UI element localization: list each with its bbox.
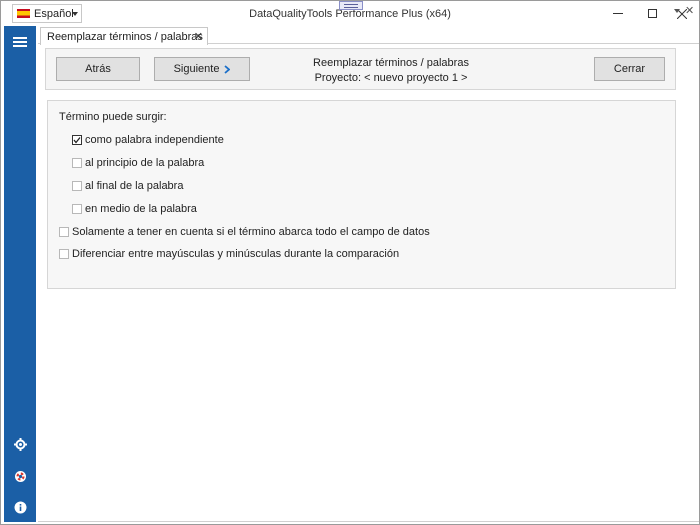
page-title: Reemplazar términos / palabras (313, 57, 469, 69)
cerrar-button-label: Cerrar (613, 63, 646, 75)
tab-close-icon[interactable]: ✕ (194, 30, 203, 43)
chevron-right-icon (224, 64, 231, 74)
option-word-end[interactable]: al final de la palabra (72, 180, 183, 192)
back-button-label: Atrás (85, 63, 111, 75)
option-label: al principio de la palabra (85, 157, 205, 169)
option-label: como palabra independiente (85, 134, 224, 146)
option-word-start[interactable]: al principio de la palabra (72, 157, 204, 169)
title-bar: Español DataQualityTools Performance Plu… (1, 1, 699, 26)
option-label: Solamente a tener en cuenta si el términ… (72, 226, 430, 238)
next-button[interactable]: Siguiente (154, 57, 250, 81)
checkmark-icon (73, 137, 81, 144)
header-info: Reemplazar términos / palabras Proyecto:… (276, 56, 506, 86)
checkbox[interactable] (72, 181, 82, 191)
wizard-header: Atrás Siguiente Reemplazar términos / pa… (45, 48, 676, 90)
bottom-divider (38, 521, 699, 522)
option-whole-field[interactable]: Solamente a tener en cuenta si el términ… (59, 226, 430, 238)
option-case-sensitive[interactable]: Diferenciar entre mayúsculas y minúscula… (59, 248, 399, 260)
option-label: Diferenciar entre mayúsculas y minúscula… (72, 248, 400, 260)
minimize-icon (613, 13, 623, 14)
gear-icon[interactable] (13, 437, 27, 451)
menu-icon[interactable] (13, 37, 27, 48)
next-button-label: Siguiente (173, 63, 220, 75)
close-document-icon[interactable]: ✕ (685, 4, 694, 17)
tab-list-dropdown-icon[interactable] (674, 9, 680, 13)
minimize-button[interactable] (601, 1, 635, 26)
tab-label: Reemplazar términos / palabras (47, 30, 203, 43)
lifebuoy-icon[interactable] (13, 469, 27, 483)
checkbox[interactable] (72, 158, 82, 168)
checkbox-checked[interactable] (72, 135, 82, 145)
tab-reemplazar[interactable]: Reemplazar términos / palabras ✕ (40, 27, 208, 45)
option-independent-word[interactable]: como palabra independiente (72, 134, 224, 146)
project-label: Proyecto: < nuevo proyecto 1 > (314, 72, 468, 84)
app-window: Español DataQualityTools Performance Plu… (0, 0, 700, 525)
maximize-button[interactable] (635, 1, 669, 26)
checkbox[interactable] (59, 249, 69, 259)
sidebar (4, 26, 36, 522)
option-label: en medio de la palabra (85, 203, 197, 215)
checkbox[interactable] (72, 204, 82, 214)
info-icon[interactable] (13, 500, 27, 514)
maximize-icon (647, 9, 657, 18)
section-label: Término puede surgir: (59, 111, 167, 123)
tab-strip: Reemplazar términos / palabras ✕ (38, 26, 699, 45)
options-panel: Término puede surgir: como palabra indep… (47, 100, 676, 289)
option-label: al final de la palabra (85, 180, 184, 192)
back-button[interactable]: Atrás (56, 57, 140, 81)
drag-grip-icon[interactable] (339, 1, 363, 10)
checkbox[interactable] (59, 227, 69, 237)
option-word-middle[interactable]: en medio de la palabra (72, 203, 197, 215)
cerrar-button[interactable]: Cerrar (594, 57, 665, 81)
